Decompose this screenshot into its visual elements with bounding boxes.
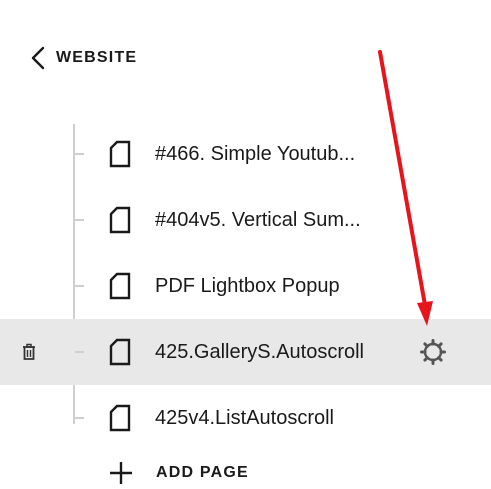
chevron-left-icon	[30, 46, 46, 70]
page-icon	[108, 140, 132, 168]
page-label: #466. Simple Youtub...	[155, 143, 356, 165]
page-label: 425v4.ListAutoscroll	[155, 407, 334, 429]
page-icon	[108, 404, 132, 432]
back-label: WEBSITE	[56, 49, 138, 66]
page-item[interactable]: 425v4.ListAutoscroll	[0, 385, 491, 451]
page-item[interactable]: #466. Simple Youtub...	[0, 121, 491, 187]
trash-icon[interactable]	[19, 342, 39, 362]
page-label: #404v5. Vertical Sum...	[155, 209, 361, 231]
add-page-button[interactable]: ADD PAGE	[108, 457, 249, 489]
page-label: 425.GalleryS.Autoscroll	[155, 341, 364, 363]
page-item-selected[interactable]: 425.GalleryS.Autoscroll	[0, 319, 491, 385]
add-page-label: ADD PAGE	[156, 464, 249, 481]
plus-icon	[108, 460, 134, 486]
page-icon	[108, 206, 132, 234]
gear-icon[interactable]	[419, 338, 447, 366]
page-icon	[108, 272, 132, 300]
page-icon	[108, 338, 132, 366]
tree-tick	[75, 153, 84, 155]
tree-tick	[75, 285, 84, 287]
page-item[interactable]: PDF Lightbox Popup	[0, 253, 491, 319]
tree-tick	[75, 417, 84, 419]
back-to-website-link[interactable]: WEBSITE	[30, 44, 137, 72]
tree-tick	[75, 219, 84, 221]
tree-tick	[75, 351, 84, 353]
page-item[interactable]: #404v5. Vertical Sum...	[0, 187, 491, 253]
page-label: PDF Lightbox Popup	[155, 275, 340, 297]
